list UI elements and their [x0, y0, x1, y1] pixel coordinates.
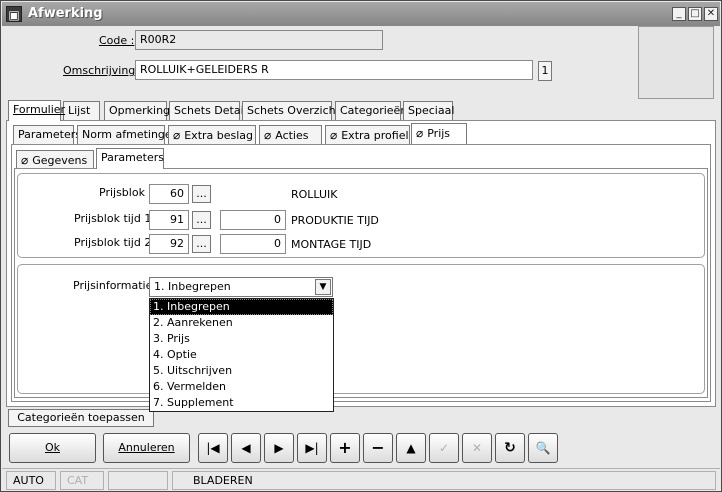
- dropdown-option[interactable]: 4. Optie: [150, 347, 333, 363]
- paperclip-icon: ⌀: [264, 128, 272, 142]
- cancel-edit-button[interactable]: ✕: [462, 433, 492, 463]
- prijsblok-lookup-button[interactable]: ...: [192, 185, 211, 203]
- prijsblok-tijd2-label: Prijsblok tijd 2 :: [74, 236, 159, 249]
- subtab-parameters[interactable]: Parameters: [13, 125, 81, 144]
- app-icon: ▣: [6, 6, 22, 22]
- dropdown-option[interactable]: 2. Aanrekenen: [150, 315, 333, 331]
- tab-schets-detail[interactable]: Schets Detail: [169, 101, 247, 120]
- tab-schets-overzicht[interactable]: Schets Overzicht: [242, 101, 340, 120]
- refresh-icon: ↻: [504, 440, 516, 456]
- tab-categorieen[interactable]: Categorieën: [335, 101, 407, 120]
- categorieen-toepassen-button[interactable]: Categorieën toepassen: [8, 409, 154, 427]
- previous-record-button[interactable]: ◀: [231, 433, 261, 463]
- dropdown-option[interactable]: 1. Inbegrepen: [150, 299, 333, 315]
- prijsinformatie-label: Prijsinformatie :: [73, 279, 160, 292]
- ok-button[interactable]: Ok: [9, 433, 96, 463]
- up-triangle-icon: ▲: [406, 441, 416, 455]
- paperclip-icon: ⌀: [416, 126, 424, 140]
- window-title: Afwerking: [28, 6, 103, 21]
- previous-icon: ◀: [241, 441, 251, 455]
- first-icon: |◀: [206, 441, 220, 455]
- minus-icon: −: [371, 438, 385, 457]
- subtab-extra-beslag[interactable]: ⌀ Extra beslag: [168, 125, 256, 144]
- prijsblok-tijd1-extra-field[interactable]: 0: [220, 210, 286, 230]
- subtab-prijs[interactable]: ⌀ Prijs: [411, 123, 467, 144]
- omschrijving-field[interactable]: ROLLUIK+GELEIDERS R: [135, 60, 533, 80]
- prijsblok-tijd2-extra-field[interactable]: 0: [220, 234, 286, 254]
- code-field[interactable]: R00R2: [135, 30, 383, 50]
- status-blank: [108, 471, 168, 490]
- x-icon: ✕: [471, 441, 483, 455]
- find-button[interactable]: 🔍: [528, 433, 558, 463]
- tab-lijst[interactable]: Lijst: [63, 101, 100, 120]
- prijsblok-tijd1-label: Prijsblok tijd 1 :: [74, 212, 159, 225]
- add-record-button[interactable]: +: [330, 433, 360, 463]
- prijsblok-tijd2-lookup-button[interactable]: ...: [192, 235, 211, 253]
- close-button[interactable]: ✕: [704, 7, 718, 21]
- prijsblok-tijd2-field[interactable]: 92: [149, 234, 189, 254]
- code-label: Code :: [99, 34, 135, 47]
- check-icon: ✓: [438, 441, 450, 455]
- binoculars-icon: 🔍: [535, 441, 551, 455]
- status-cat: CAT: [60, 471, 104, 490]
- innertab-parameters[interactable]: Parameters: [96, 148, 164, 169]
- dropdown-option[interactable]: 5. Uitschrijven: [150, 363, 333, 379]
- prijsinformatie-dropdown: 1. Inbegrepen 2. Aanrekenen 3. Prijs 4. …: [149, 298, 334, 412]
- afwerking-window: ▣ Afwerking _ □ ✕ Code : R00R2 Omschrijv…: [0, 0, 722, 492]
- paperclip-icon: ⌀: [330, 128, 338, 142]
- innertab-gegevens[interactable]: ⌀ Gegevens: [16, 150, 94, 169]
- tab-speciaal[interactable]: Speciaal: [403, 101, 454, 120]
- omschrijving-label: Omschrijving :: [63, 64, 143, 77]
- dropdown-option[interactable]: 6. Vermelden: [150, 379, 333, 395]
- prijsblok-tijd1-description: PRODUKTIE TIJD: [291, 214, 379, 227]
- paperclip-icon: ⌀: [173, 128, 181, 142]
- minimize-button[interactable]: _: [672, 7, 686, 21]
- status-mode: AUTO: [6, 471, 56, 490]
- prijsblok-description: ROLLUIK: [291, 188, 338, 201]
- last-icon: ▶|: [305, 441, 319, 455]
- dropdown-option[interactable]: 7. Supplement: [150, 395, 333, 411]
- prijsblok-tijd1-field[interactable]: 91: [149, 210, 189, 230]
- prijsinformatie-selected: 1. Inbegrepen: [154, 280, 231, 293]
- edit-record-button[interactable]: ▲: [396, 433, 426, 463]
- status-state: BLADEREN: [172, 471, 716, 490]
- status-bar: AUTO CAT BLADEREN: [2, 468, 720, 491]
- image-preview: [638, 26, 714, 99]
- last-record-button[interactable]: ▶|: [297, 433, 327, 463]
- plus-icon: +: [338, 438, 352, 457]
- maximize-button[interactable]: □: [688, 7, 702, 21]
- prijsblok-field[interactable]: 60: [149, 184, 189, 204]
- tab-formulier[interactable]: Formulier: [8, 100, 65, 121]
- paperclip-icon: ⌀: [21, 153, 29, 167]
- dropdown-option[interactable]: 3. Prijs: [150, 331, 333, 347]
- next-icon: ▶: [274, 441, 284, 455]
- post-record-button[interactable]: ✓: [429, 433, 459, 463]
- first-record-button[interactable]: |◀: [198, 433, 228, 463]
- next-record-button[interactable]: ▶: [264, 433, 294, 463]
- omschrijving-index[interactable]: 1: [538, 61, 552, 81]
- title-bar: ▣ Afwerking _ □ ✕: [2, 2, 720, 26]
- prijsblok-tijd2-description: MONTAGE TIJD: [291, 238, 372, 251]
- refresh-button[interactable]: ↻: [495, 433, 525, 463]
- prijsinformatie-select[interactable]: 1. Inbegrepen ▼: [149, 277, 333, 297]
- prijsblok-tijd1-lookup-button[interactable]: ...: [192, 211, 211, 229]
- prijsblok-label: Prijsblok :: [99, 186, 153, 199]
- tab-opmerking[interactable]: Opmerking: [104, 101, 170, 120]
- subtab-extra-profiel[interactable]: ⌀ Extra profiel: [325, 125, 410, 144]
- subtab-norm-afmetingen[interactable]: Norm afmetingen: [77, 125, 179, 144]
- chevron-down-icon[interactable]: ▼: [315, 279, 331, 295]
- annuleren-button[interactable]: Annuleren: [103, 433, 190, 463]
- delete-record-button[interactable]: −: [363, 433, 393, 463]
- subtab-acties[interactable]: ⌀ Acties: [259, 125, 322, 144]
